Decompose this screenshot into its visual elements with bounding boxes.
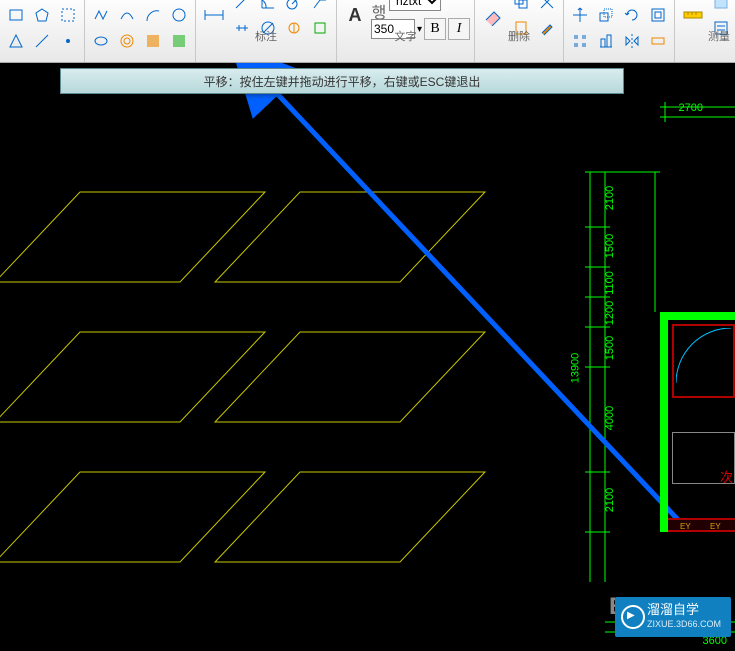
main-toolbar: 标注 A �행 hztxt ▾ B I — [0, 0, 735, 63]
door-label-1: EY — [680, 522, 691, 531]
dim-v6: 4000 — [604, 406, 616, 430]
dim-leader-icon[interactable] — [308, 0, 332, 14]
font-dropdown[interactable]: hztxt — [389, 0, 441, 11]
tooltip-text: 平移：按住左键并拖动进行平移，右键或ESC键退出 — [204, 73, 481, 90]
group-delete: 删除 — [475, 0, 564, 62]
dim-aligned-icon[interactable] — [230, 0, 254, 14]
group-label-annotate: 标注 — [200, 30, 332, 44]
triangle-icon[interactable] — [4, 29, 28, 53]
group-text: A �행 hztxt ▾ B I 文字 — [337, 0, 475, 62]
dim-top: 2700 — [679, 102, 703, 114]
cut-icon[interactable] — [535, 0, 559, 14]
measure-area-icon[interactable] — [709, 0, 733, 14]
array-icon[interactable] — [568, 29, 592, 53]
rotate-icon[interactable] — [620, 3, 644, 27]
room-label: 次 — [720, 467, 733, 486]
status-tooltip: 平移：按住左键并拖动进行平移，右键或ESC键退出 — [60, 68, 624, 94]
point-icon[interactable] — [56, 29, 80, 53]
dim-v4: 1200 — [604, 301, 616, 325]
group-measure: 测量 — [675, 0, 735, 62]
spline-icon[interactable] — [115, 3, 139, 27]
dim-v3: 1100 — [604, 271, 616, 295]
watermark-title: 溜溜自学 — [647, 603, 721, 617]
drawing-shapes — [0, 62, 735, 651]
hatch-icon[interactable] — [141, 29, 165, 53]
offset-icon[interactable] — [646, 3, 670, 27]
polygon-icon[interactable] — [30, 3, 54, 27]
watermark-sub: ZIXUE.3D66.COM — [647, 617, 721, 631]
group-label-delete: 删除 — [479, 30, 559, 44]
group-transform — [564, 0, 675, 62]
annotation-arrow — [268, 84, 682, 524]
drawing-canvas[interactable]: 2700 2100 1500 1100 1200 1500 4000 2100 … — [0, 62, 735, 651]
floor-plan-fragment: 次 EY EY — [660, 312, 735, 532]
dim-total: 13900 — [569, 353, 581, 384]
align-icon[interactable] — [594, 29, 618, 53]
circle-icon[interactable] — [167, 3, 191, 27]
copy-icon[interactable] — [509, 0, 533, 14]
dim-v5: 1500 — [604, 336, 616, 360]
dim-v7: 2100 — [604, 488, 616, 512]
dim-v1: 2100 — [604, 186, 616, 210]
watermark: 溜溜自学 ZIXUE.3D66.COM — [615, 597, 731, 637]
group-annotate: 标注 — [196, 0, 337, 62]
donut-icon[interactable] — [115, 29, 139, 53]
ellipse-icon[interactable] — [89, 29, 113, 53]
scale-icon[interactable] — [594, 3, 618, 27]
group-label-measure: 测量 — [679, 30, 735, 44]
mirror-icon[interactable] — [620, 29, 644, 53]
door-label-2: EY — [710, 522, 721, 531]
move-icon[interactable] — [568, 3, 592, 27]
group-label-text: 文字 — [341, 30, 470, 44]
line-icon[interactable] — [30, 29, 54, 53]
group-draw — [0, 0, 85, 62]
dim-angular-icon[interactable] — [256, 0, 280, 14]
rect-icon[interactable] — [4, 3, 28, 27]
dim-radius-icon[interactable] — [282, 0, 306, 14]
dim-v2: 1500 — [604, 234, 616, 258]
polyline-icon[interactable] — [89, 3, 113, 27]
fill-icon[interactable] — [167, 29, 191, 53]
arc-icon[interactable] — [141, 3, 165, 27]
stretch-icon[interactable] — [646, 29, 670, 53]
region-icon[interactable] — [56, 3, 80, 27]
group-curves — [85, 0, 196, 62]
